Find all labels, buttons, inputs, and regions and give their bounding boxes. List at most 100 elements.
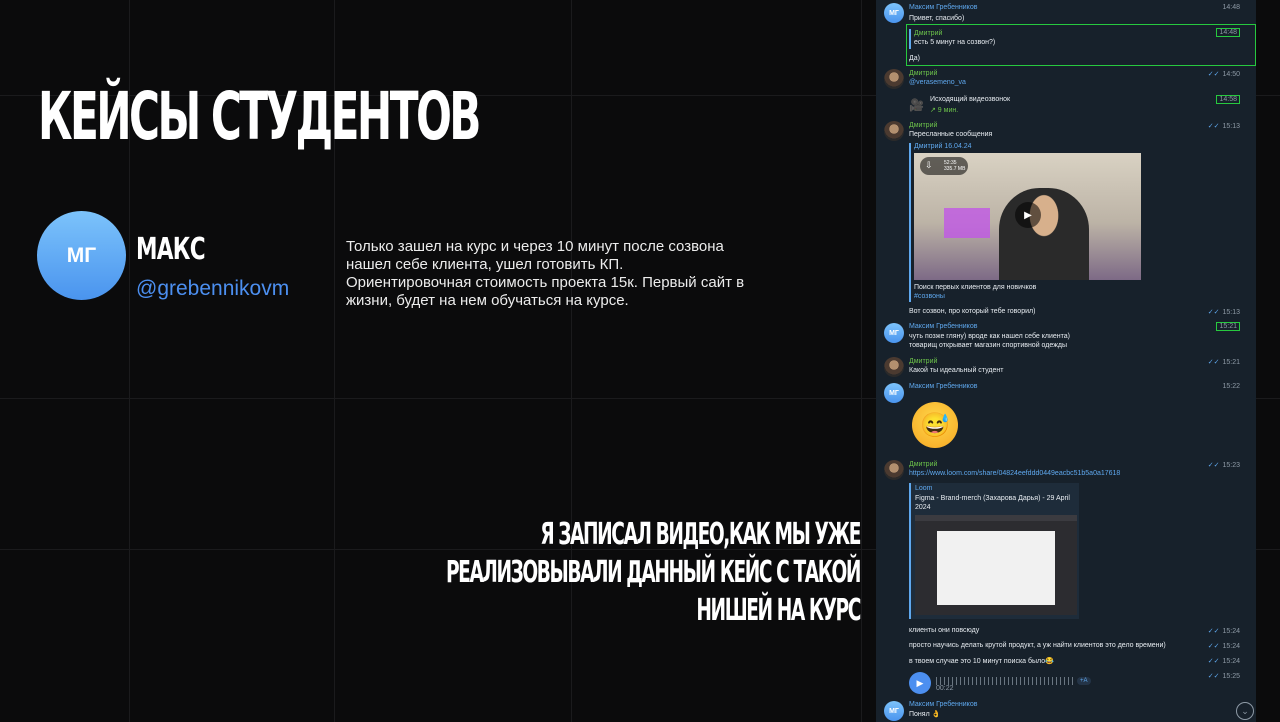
time-value: 15:21 — [1222, 359, 1240, 366]
student-name: МАКС — [136, 232, 206, 267]
quote-bar — [909, 29, 911, 49]
video-note: Я ЗАПИСАЛ ВИДЕО,КАК МЫ УЖЕ РЕАЛИЗОВЫВАЛИ… — [426, 516, 861, 630]
read-check-icon: ✓✓ — [1207, 71, 1220, 78]
message-text: Привет, спасибо) — [909, 15, 965, 22]
hashtag-link[interactable]: #созвоны — [914, 293, 945, 300]
message-sender: Дмитрий — [909, 461, 938, 468]
message-text: Понял 👌 — [909, 711, 941, 718]
time-value: 15:24 — [1222, 658, 1240, 665]
voice-duration: 00:22 — [936, 685, 954, 692]
avatar-initials: МГ — [889, 9, 899, 17]
link-preview-thumbnail — [915, 515, 1077, 615]
link-preview-title: Figma - Brand-merch (Захарова Дарья) - 2… — [915, 495, 1070, 511]
message-time: ✓✓ 14:50 — [1208, 70, 1240, 78]
sweat-smile-emoji-icon: 😅 — [912, 402, 958, 448]
message-text: Какой ты идеальный студент — [909, 367, 1004, 374]
emoji-glyph: 😅 — [920, 411, 950, 439]
voice-play-button[interactable]: ▶ — [909, 672, 931, 694]
video-caption: Поиск первых клиентов для новичков — [914, 284, 1037, 291]
message-sender: Максим Гребенников — [909, 4, 978, 11]
thumbnail-canvas — [937, 531, 1055, 605]
read-check-icon: ✓✓ — [1207, 309, 1220, 316]
read-check-icon: ✓✓ — [1207, 658, 1220, 665]
avatar — [884, 121, 904, 141]
forwarded-label: Пересланные сообщения — [909, 131, 993, 138]
page-title: КЕЙСЫ СТУДЕНТОВ — [38, 78, 481, 155]
video-note-line: Я ЗАПИСАЛ ВИДЕО,КАК МЫ УЖЕ — [540, 517, 861, 552]
download-icon: ⇩ — [925, 160, 933, 170]
download-button[interactable]: ⇩ 52:35 335.7 MB — [920, 157, 968, 175]
student-handle: @grebennikovm — [136, 277, 290, 300]
time-value: 15:25 — [1222, 673, 1240, 680]
message-time: ✓✓ 15:13 — [1208, 308, 1240, 316]
avatar — [884, 460, 904, 480]
scroll-down-button[interactable]: ⌄ — [1236, 702, 1254, 720]
video-note-line: НИШЕЙ НА КУРС — [696, 593, 861, 628]
link-preview-card[interactable]: Loom Figma - Brand-merch (Захарова Дарья… — [909, 483, 1079, 619]
call-duration: ↗ 9 мин. — [930, 107, 959, 114]
avatar-initials: МГ — [889, 329, 899, 337]
message-text: Да) — [909, 55, 920, 62]
message-time: 15:21 — [1216, 322, 1240, 331]
message-text: Вот созвон, про который тебе говорил) — [909, 308, 1036, 315]
read-check-icon: ✓✓ — [1207, 673, 1220, 680]
read-check-icon: ✓✓ — [1207, 123, 1220, 130]
avatar: МГ — [37, 211, 126, 300]
time-value: 15:13 — [1222, 123, 1240, 130]
avatar: МГ — [884, 701, 904, 721]
read-check-icon: ✓✓ — [1207, 359, 1220, 366]
message-sender: Максим Гребенников — [909, 701, 978, 708]
grid-line — [861, 0, 862, 722]
message-time: ✓✓ 15:13 — [1208, 122, 1240, 130]
transcribe-button[interactable]: +A — [1077, 677, 1091, 685]
message-time: 14:48 — [1222, 4, 1240, 11]
message-text: клиенты они повсюду — [909, 627, 980, 634]
message-sender: Максим Гребенников — [909, 383, 978, 390]
message-time: ✓✓ 15:21 — [1208, 358, 1240, 366]
message-sender: Дмитрий — [909, 358, 938, 365]
message-text: просто научись делать крутой продукт, а … — [909, 642, 1166, 649]
reply-sender: Дмитрий — [914, 30, 943, 37]
video-thumbnail[interactable]: ⇩ 52:35 335.7 MB ▶ — [914, 153, 1141, 280]
call-title: Исходящий видеозвонок — [930, 96, 1011, 103]
read-check-icon: ✓✓ — [1207, 628, 1220, 635]
video-note-line: РЕАЛИЗОВЫВАЛИ ДАННЫЙ КЕЙС С ТАКОЙ — [445, 555, 861, 590]
read-check-icon: ✓✓ — [1207, 462, 1220, 469]
chevron-down-icon: ⌄ — [1241, 705, 1249, 716]
avatar-initials: МГ — [889, 389, 899, 397]
download-size: 335.7 MB — [944, 166, 966, 172]
time-value: 15:24 — [1222, 628, 1240, 635]
message-time: ✓✓ 15:24 — [1208, 657, 1240, 665]
forward-header: Дмитрий 16.04.24 — [914, 143, 972, 150]
background-shelf — [944, 208, 990, 238]
voice-waveform[interactable] — [936, 677, 1076, 685]
thumbnail-toolbar — [915, 515, 1077, 521]
read-check-icon: ✓✓ — [1207, 643, 1220, 650]
chat-panel: МГ Максим Гребенников Привет, спасибо) 1… — [876, 0, 1256, 722]
message-time: 15:22 — [1222, 383, 1240, 390]
avatar: МГ — [884, 383, 904, 403]
quote-bar — [909, 143, 911, 302]
message-text: чуть позже гляну) вроде как нашел себе к… — [909, 333, 1070, 340]
time-value: 15:13 — [1222, 309, 1240, 316]
avatar — [884, 357, 904, 377]
avatar-initials: МГ — [66, 243, 97, 267]
testimonial-text: Только зашел на курс и через 10 минут по… — [346, 238, 745, 309]
play-icon[interactable]: ▶ — [1015, 202, 1041, 228]
message-sender: Дмитрий — [909, 70, 938, 77]
link-preview-site: Loom — [915, 485, 933, 492]
avatar: МГ — [884, 323, 904, 343]
message-sender: Максим Гребенников — [909, 323, 978, 330]
message-text: товарищ открывает магазин спортивной оде… — [909, 342, 1067, 349]
video-person — [999, 188, 1089, 280]
message-time: 14:58 — [1216, 95, 1240, 104]
loom-link[interactable]: https://www.loom.com/share/04824eefddd04… — [909, 470, 1120, 477]
mention-link[interactable]: @verasemeno_va — [909, 79, 966, 86]
message-time: ✓✓ 15:25 — [1208, 672, 1240, 680]
avatar: МГ — [884, 3, 904, 23]
time-value: 14:50 — [1222, 71, 1240, 78]
message-time: ✓✓ 15:24 — [1208, 642, 1240, 650]
message-text: в твоем случае это 10 минут поиска было😂 — [909, 658, 1054, 665]
video-call-icon: 🎥 — [909, 98, 924, 112]
message-time: 14:48 — [1216, 28, 1240, 37]
